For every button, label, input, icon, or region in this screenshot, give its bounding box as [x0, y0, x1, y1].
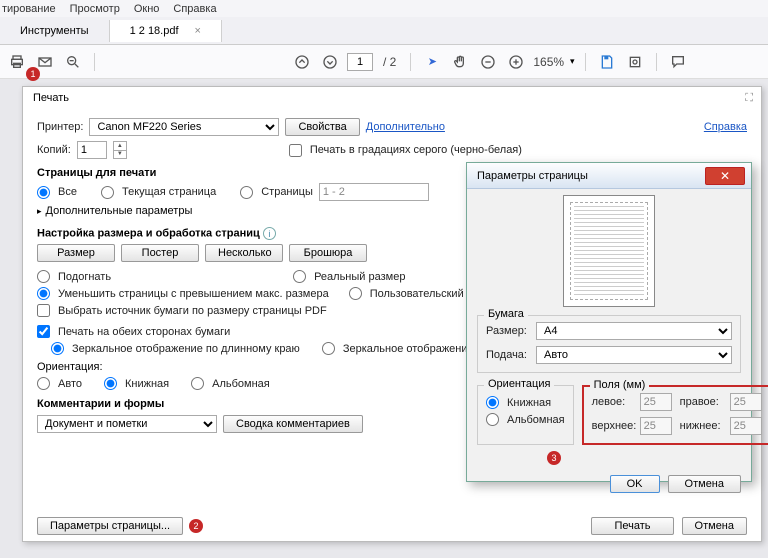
margins-group: Поля (мм) левое: правое: верхнее: нижнее… — [582, 385, 768, 445]
margin-right-input — [730, 393, 762, 411]
grayscale-label: Печать в градациях серого (черно-белая) — [310, 144, 522, 156]
page-setup-button[interactable]: Параметры страницы... — [37, 517, 183, 535]
pages-range-radio[interactable] — [240, 186, 253, 199]
menu-window[interactable]: Окно — [134, 3, 160, 15]
chevron-down-icon[interactable]: ▾ — [570, 56, 575, 67]
advanced-link[interactable]: Дополнительно — [366, 121, 445, 133]
chevron-right-icon[interactable]: ▸ — [37, 206, 42, 216]
printer-label: Принтер: — [37, 121, 83, 133]
orient-portrait-radio[interactable] — [104, 377, 117, 390]
orient-auto-radio[interactable] — [37, 377, 50, 390]
save-icon[interactable] — [596, 51, 618, 73]
orient-landscape-radio[interactable] — [191, 377, 204, 390]
paper-size-label: Размер: — [486, 325, 536, 337]
dialog-collapse-icon[interactable]: ⛶ — [745, 92, 753, 105]
margin-left-input — [640, 393, 672, 411]
page-number-input[interactable] — [347, 53, 373, 71]
actual-radio[interactable] — [293, 270, 306, 283]
comment-icon[interactable] — [667, 51, 689, 73]
zoom-minus-icon[interactable] — [477, 51, 499, 73]
custom-scale-radio[interactable] — [349, 287, 362, 300]
page-setup-title: Параметры страницы — [477, 170, 588, 182]
sizing-section-title: Настройка размера и обработка страниц — [37, 228, 260, 240]
copies-input[interactable] — [77, 141, 107, 159]
paper-group: Бумага Размер: A4 Подача: Авто — [477, 315, 741, 373]
properties-button[interactable]: Свойства — [285, 118, 359, 136]
hand-icon[interactable] — [449, 51, 471, 73]
paper-size-select[interactable]: A4 — [536, 322, 732, 340]
ps-portrait-radio[interactable] — [486, 396, 499, 409]
flip-short-radio[interactable] — [322, 342, 335, 355]
duplex-checkbox[interactable] — [37, 325, 50, 338]
page-preview — [563, 195, 655, 307]
paper-source-select[interactable]: Авто — [536, 346, 732, 364]
tab-tools[interactable]: Инструменты — [0, 20, 110, 42]
margin-bottom-input — [730, 417, 762, 435]
pages-current-radio[interactable] — [101, 186, 114, 199]
page-down-icon[interactable] — [319, 51, 341, 73]
ok-button[interactable]: OK — [610, 475, 660, 493]
badge-1: 1 — [26, 67, 40, 81]
multiple-button[interactable]: Несколько — [205, 244, 283, 262]
shrink-radio[interactable] — [37, 287, 50, 300]
menubar: тирование Просмотр Окно Справка — [0, 0, 768, 17]
printer-select[interactable]: Canon MF220 Series — [89, 118, 279, 136]
menu-editing[interactable]: тирование — [2, 3, 56, 15]
page-setup-dialog: Параметры страницы ✕ Бумага Размер: A4 П… — [466, 162, 752, 482]
fit-radio[interactable] — [37, 270, 50, 283]
help-link[interactable]: Справка — [704, 121, 747, 133]
tab-document[interactable]: 1 2 18.pdf× — [110, 20, 222, 42]
booklet-button[interactable]: Брошюра — [289, 244, 367, 262]
flip-long-radio[interactable] — [51, 342, 64, 355]
orientation-group: Ориентация Книжная Альбомная — [477, 385, 574, 445]
zoom-out-icon[interactable] — [62, 51, 84, 73]
toolbar: / 2 ➤ 165% ▾ 1 — [0, 45, 768, 79]
menu-view[interactable]: Просмотр — [70, 3, 120, 15]
tab-bar: Инструменты 1 2 18.pdf× — [0, 17, 768, 45]
page-total: / 2 — [383, 55, 396, 69]
page-up-icon[interactable] — [291, 51, 313, 73]
more-params-link[interactable]: Дополнительные параметры — [46, 205, 193, 217]
badge-3: 3 — [547, 451, 561, 465]
comments-summary-button[interactable]: Сводка комментариев — [223, 415, 363, 433]
paper-source-label: Подача: — [486, 349, 536, 361]
poster-button[interactable]: Постер — [121, 244, 199, 262]
margin-top-input — [640, 417, 672, 435]
grayscale-checkbox[interactable] — [289, 144, 302, 157]
pages-all-radio[interactable] — [37, 186, 50, 199]
cancel-button[interactable]: Отмена — [682, 517, 747, 535]
ps-cancel-button[interactable]: Отмена — [668, 475, 741, 493]
info-icon[interactable]: i — [263, 227, 276, 240]
badge-2: 2 — [189, 519, 203, 533]
zoom-level[interactable]: 165% — [533, 55, 564, 69]
close-icon[interactable]: × — [195, 25, 201, 37]
ps-landscape-radio[interactable] — [486, 413, 499, 426]
comments-select[interactable]: Документ и пометки — [37, 415, 217, 433]
copies-spinner[interactable]: ▲▼ — [113, 141, 127, 159]
print-button[interactable]: Печать — [591, 517, 673, 535]
menu-help[interactable]: Справка — [173, 3, 216, 15]
close-button[interactable]: ✕ — [705, 167, 745, 185]
paper-source-checkbox[interactable] — [37, 304, 50, 317]
pages-range-input[interactable] — [319, 183, 429, 201]
print-icon[interactable] — [6, 51, 28, 73]
pointer-icon[interactable]: ➤ — [421, 51, 443, 73]
tool-icon[interactable] — [624, 51, 646, 73]
print-dialog-title: Печать — [33, 92, 69, 105]
size-button[interactable]: Размер — [37, 244, 115, 262]
copies-label: Копий: — [37, 144, 71, 156]
zoom-plus-icon[interactable] — [505, 51, 527, 73]
